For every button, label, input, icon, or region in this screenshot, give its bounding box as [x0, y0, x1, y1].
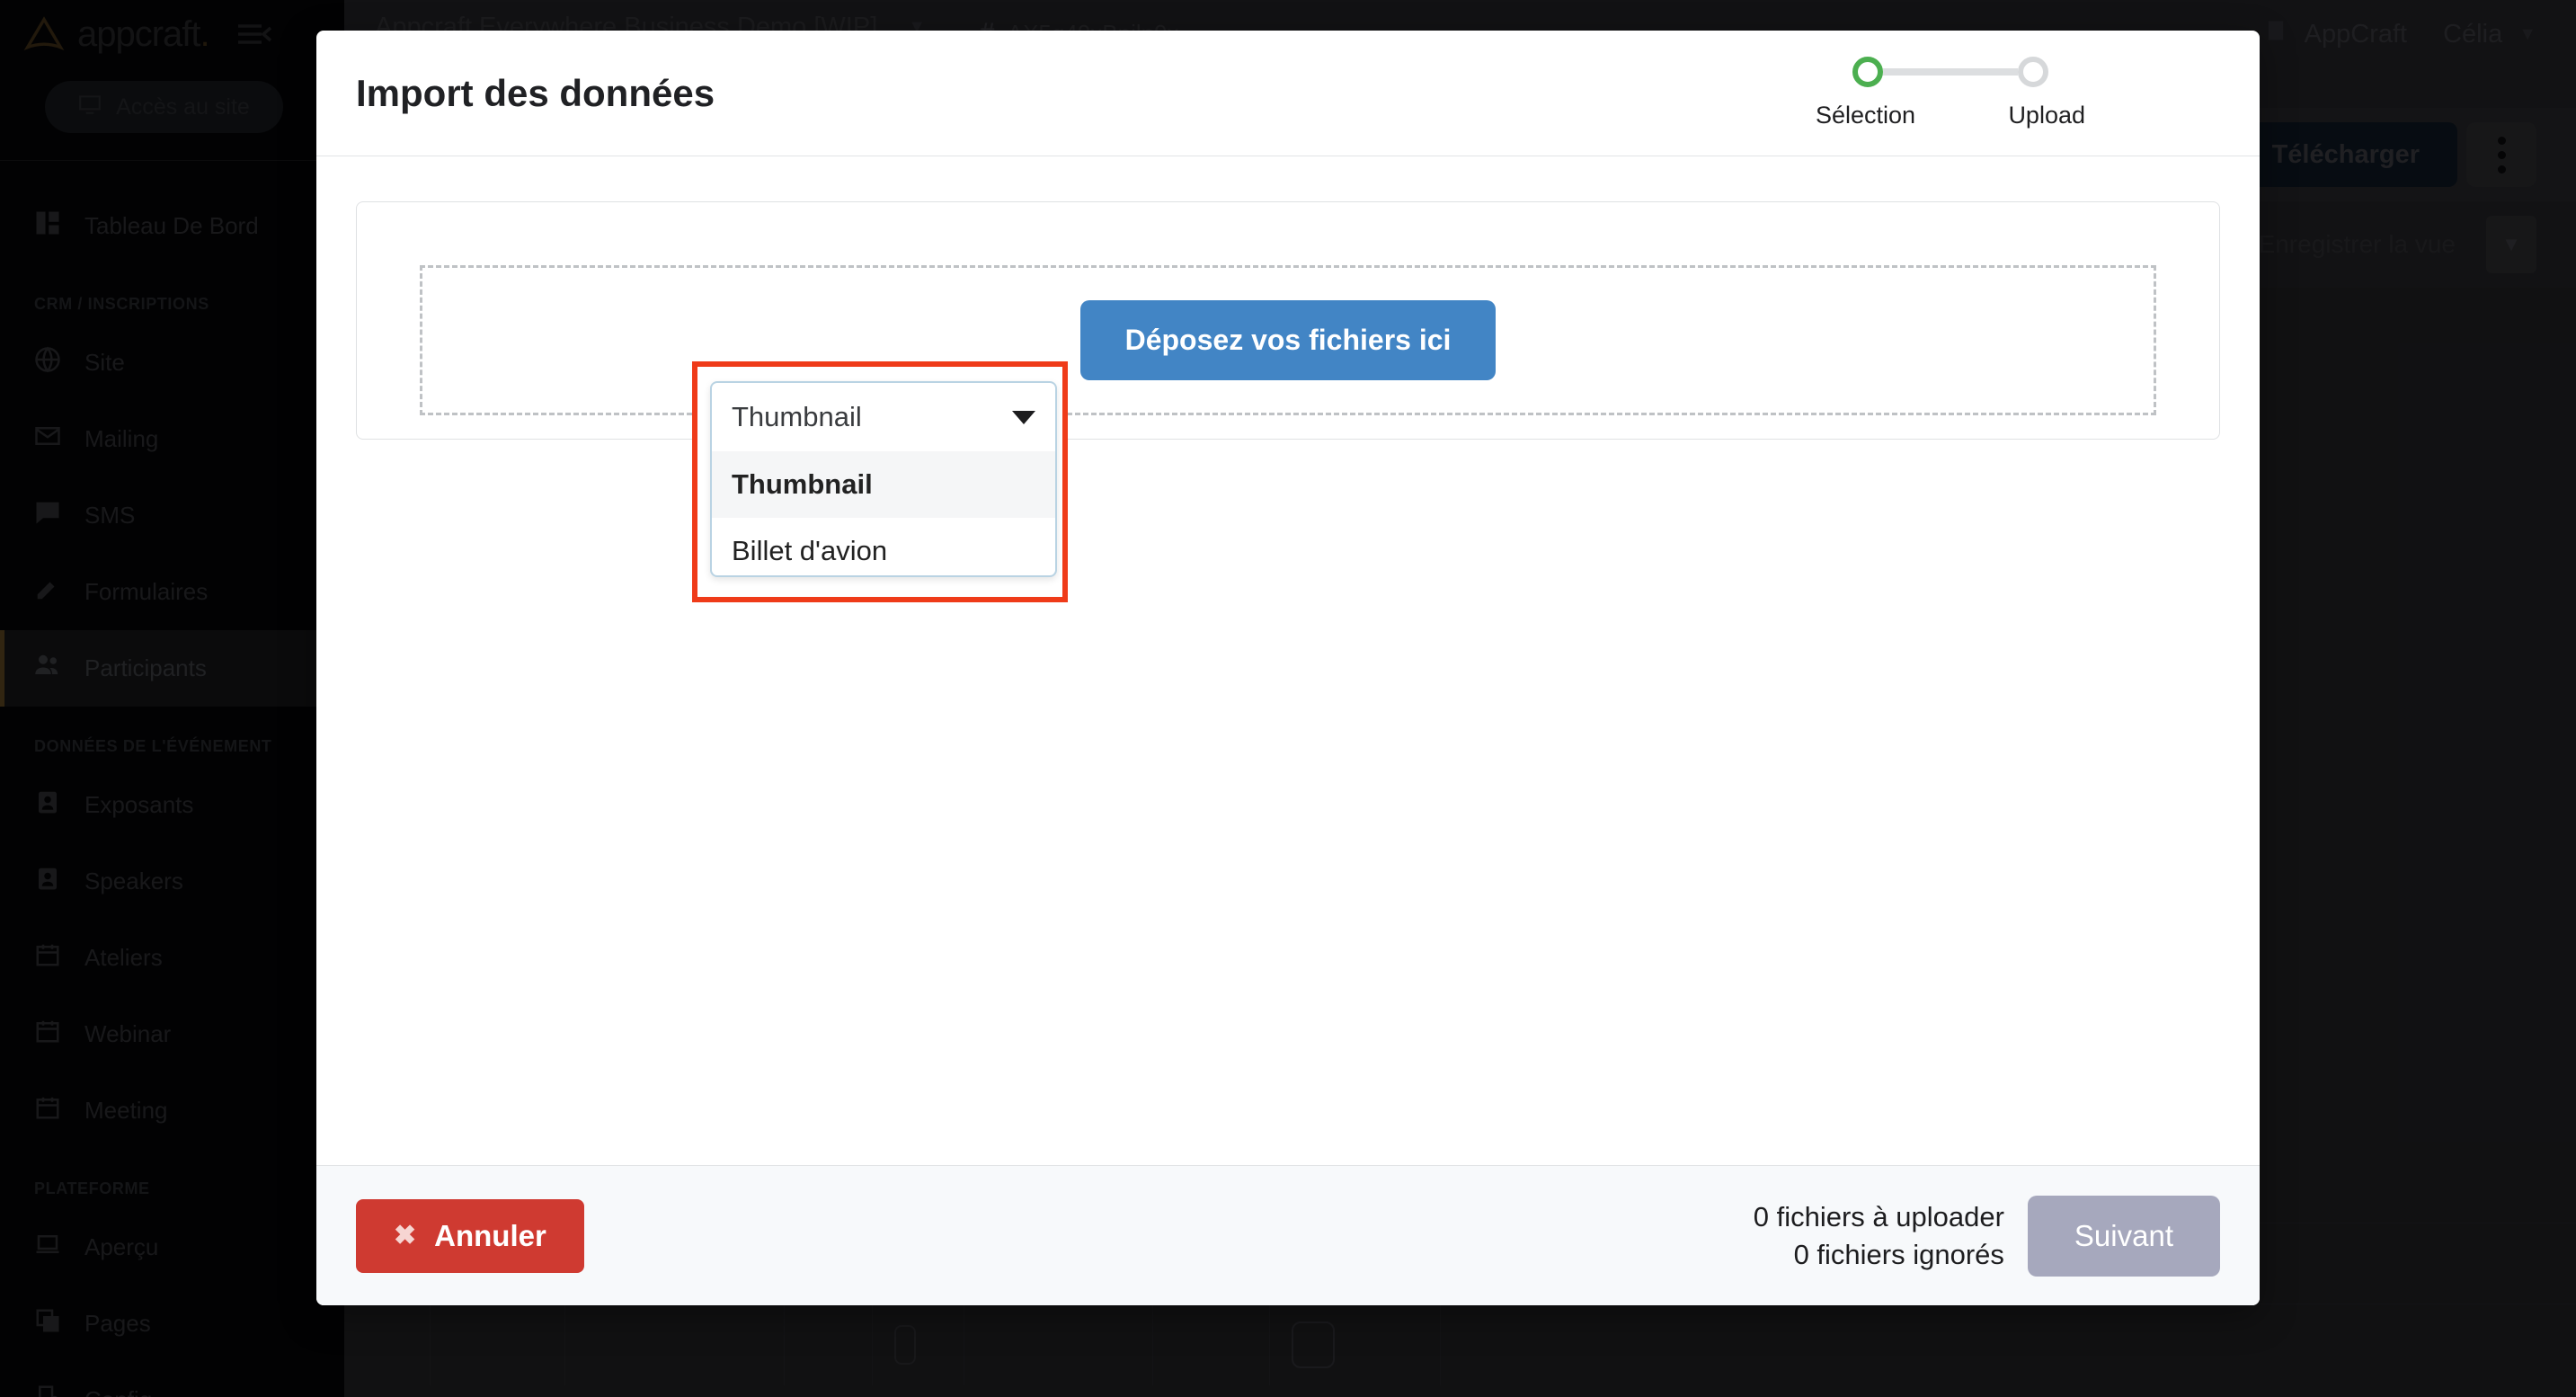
- step-connector: [1883, 68, 2018, 76]
- upload-counts: 0 fichiers à uploader 0 fichiers ignorés: [1754, 1198, 2004, 1274]
- cancel-button[interactable]: ✖ Annuler: [356, 1198, 584, 1273]
- count-ignored: 0 fichiers ignorés: [1793, 1238, 2004, 1270]
- dataset-select[interactable]: Thumbnail Thumbnail Billet d'avion: [710, 381, 1057, 577]
- cancel-label: Annuler: [434, 1218, 546, 1252]
- select-option-thumbnail[interactable]: Thumbnail: [712, 451, 1055, 518]
- chevron-down-icon[interactable]: [1012, 410, 1035, 424]
- drop-files-button[interactable]: Déposez vos fichiers ici: [1079, 300, 1497, 380]
- step-label-upload: Upload: [2008, 102, 2085, 129]
- page-title: Import des données: [356, 71, 715, 114]
- screen-root: Appcraft Everywhere Business Demo [WIP] …: [0, 0, 2576, 1397]
- next-button[interactable]: Suivant: [2027, 1195, 2220, 1277]
- step-label-selection: Sélection: [1816, 102, 1916, 129]
- import-data-modal: Import des données Sélection Upload Dépo…: [316, 31, 2260, 1305]
- select-value-row[interactable]: Thumbnail: [712, 383, 1055, 451]
- dataset-select-highlight: Thumbnail Thumbnail Billet d'avion: [692, 361, 1068, 602]
- step-dot-selection[interactable]: [1852, 57, 1883, 87]
- select-value: Thumbnail: [732, 401, 862, 432]
- footer-right: 0 fichiers à uploader 0 fichiers ignorés…: [1754, 1195, 2220, 1277]
- file-dropzone[interactable]: Déposez vos fichiers ici: [420, 265, 2156, 415]
- stepper-track: [1852, 57, 2048, 87]
- modal-body: Déposez vos fichiers ici Thumbnail Thumb…: [316, 156, 2260, 1165]
- count-to-upload: 0 fichiers à uploader: [1753, 1200, 2004, 1232]
- select-option-billet-davion[interactable]: Billet d'avion: [712, 518, 1055, 575]
- close-icon: ✖: [394, 1221, 417, 1250]
- modal-header: Import des données Sélection Upload: [316, 31, 2260, 156]
- stepper-labels: Sélection Upload: [1816, 102, 2085, 129]
- step-dot-upload[interactable]: [2018, 57, 2048, 87]
- stepper: Sélection Upload: [1816, 57, 2220, 129]
- import-card: Déposez vos fichiers ici: [356, 201, 2220, 440]
- modal-footer: ✖ Annuler 0 fichiers à uploader 0 fichie…: [316, 1165, 2260, 1305]
